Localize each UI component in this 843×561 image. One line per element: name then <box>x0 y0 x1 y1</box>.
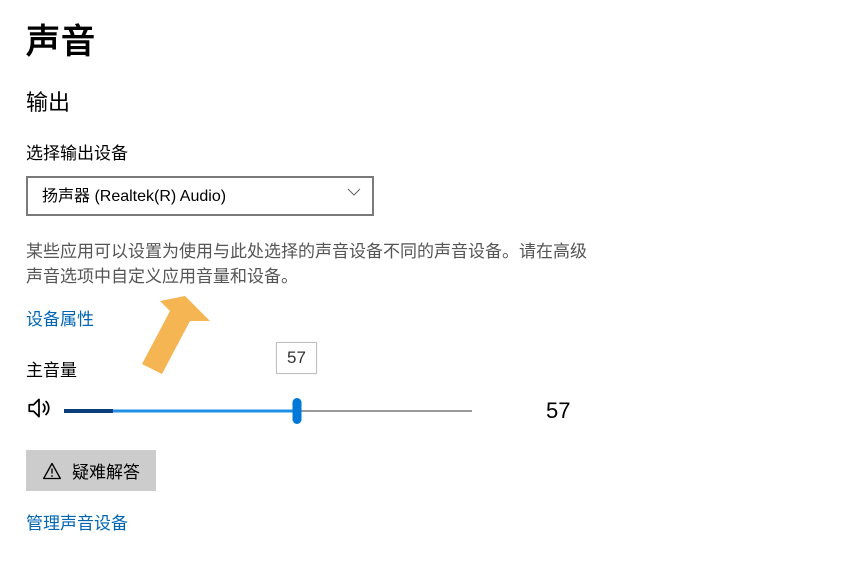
slider-thumb[interactable] <box>292 398 301 424</box>
master-volume-label: 主音量 <box>26 356 817 381</box>
volume-tooltip: 57 <box>276 342 317 374</box>
troubleshoot-button[interactable]: 疑难解答 <box>26 450 156 491</box>
slider-track-dark <box>64 409 113 413</box>
output-heading: 输出 <box>26 85 817 117</box>
output-device-label: 选择输出设备 <box>26 139 817 164</box>
volume-slider[interactable] <box>64 400 472 422</box>
output-description: 某些应用可以设置为使用与此处选择的声音设备不同的声音设备。请在高级声音选项中自定… <box>26 240 591 289</box>
slider-track-active <box>113 409 297 412</box>
page-title: 声音 <box>26 14 817 63</box>
chevron-down-icon <box>346 177 362 215</box>
volume-value: 57 <box>546 398 570 424</box>
troubleshoot-label: 疑难解答 <box>72 458 140 483</box>
manage-sound-devices-link[interactable]: 管理声音设备 <box>26 509 128 534</box>
device-properties-link[interactable]: 设备属性 <box>26 305 94 330</box>
output-device-selected-text: 扬声器 (Realtek(R) Audio) <box>42 188 226 205</box>
warning-icon <box>42 461 62 481</box>
output-device-select[interactable]: 扬声器 (Realtek(R) Audio) <box>26 176 374 216</box>
speaker-icon[interactable] <box>26 395 52 426</box>
